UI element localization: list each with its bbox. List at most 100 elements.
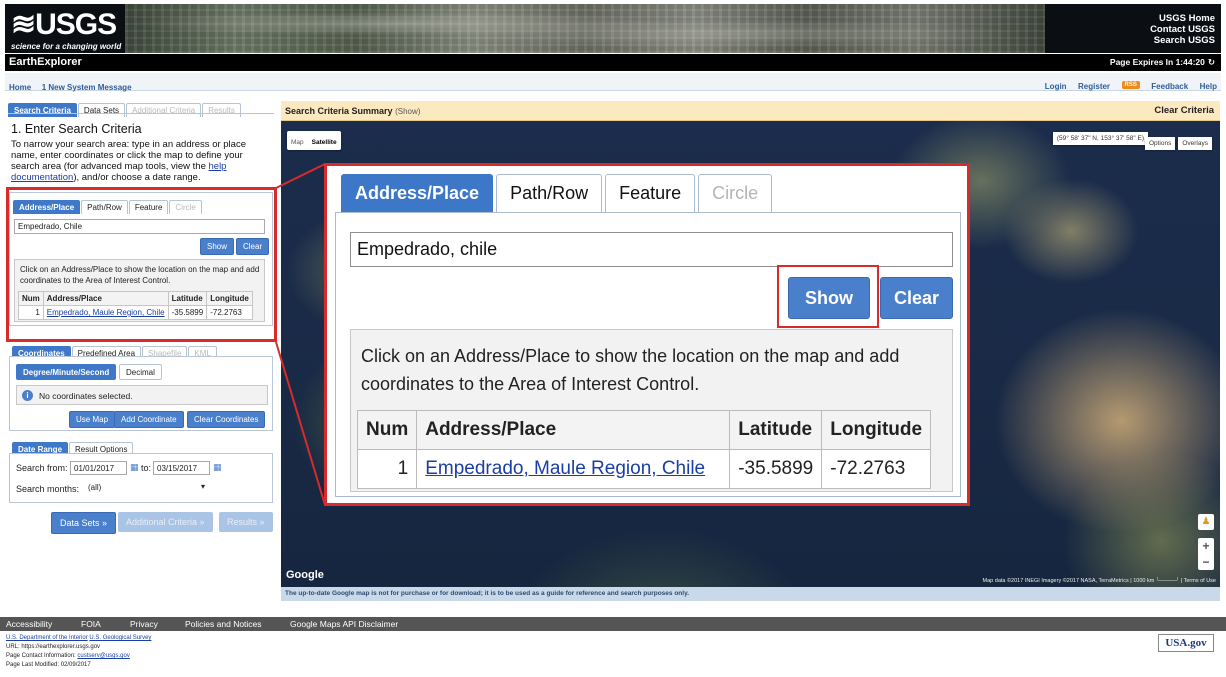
row-num: 1 [356, 449, 418, 489]
street-view-pegman-icon[interactable]: ♟ [1198, 514, 1214, 530]
row-place: Empedrado, Maule Region, Chile [42, 305, 169, 320]
contact-usgs-link[interactable]: Contact USGS [1150, 24, 1215, 35]
map-options-button[interactable]: Options [1144, 137, 1176, 150]
usgs-link[interactable]: U.S. Geological Survey [89, 635, 151, 641]
col-address-place: Address/Place [42, 291, 169, 306]
nav-help-link[interactable]: Help [1200, 82, 1217, 91]
zoomed-tab-feature[interactable]: Feature [605, 174, 696, 212]
tab-data-sets[interactable]: Data Sets [77, 103, 126, 117]
page-expires: Page Expires In 1:44:20 ↻ [1110, 57, 1215, 68]
zoomed-place-search-input[interactable]: Empedrado, chile [350, 232, 953, 267]
usgs-logo[interactable]: ≋USGS science for a changing world [9, 6, 125, 52]
footer-policies-link[interactable]: Policies and Notices [185, 619, 262, 629]
nav-register-link[interactable]: Register [1078, 82, 1110, 91]
col-latitude: Latitude [729, 410, 823, 450]
search-usgs-link[interactable]: Search USGS [1150, 35, 1215, 46]
footer-url: URL: https://earthexplorer.usgs.gov [6, 644, 101, 650]
cursor-coordinate-readout: (59° 58' 37" N, 153° 37' 58" E) [1052, 132, 1148, 145]
chevron-down-icon: ▾ [200, 482, 205, 491]
doi-link[interactable]: U.S. Department of the Interior [6, 635, 88, 641]
tab-degree-minute-second[interactable]: Degree/Minute/Second [16, 364, 117, 380]
table-row: 1 Empedrado, Maule Region, Chile -35.589… [356, 449, 932, 489]
date-from-input[interactable]: 01/01/2017 [70, 461, 127, 475]
nav-system-message-link[interactable]: 1 New System Message [42, 83, 132, 92]
app-bar: EarthExplorer Page Expires In 1:44:20 ↻ [5, 54, 1221, 71]
refresh-icon[interactable]: ↻ [1208, 57, 1215, 67]
page-expires-text: Page Expires In 1:44:20 [1109, 57, 1205, 67]
clear-criteria-button[interactable]: Clear Criteria [1154, 105, 1214, 116]
tab-path-row[interactable]: Path/Row [81, 200, 128, 214]
zoomed-show-button[interactable]: Show [788, 277, 870, 319]
row-longitude: -72.2763 [206, 305, 253, 320]
use-map-button[interactable]: Use Map [69, 411, 116, 428]
col-num: Num [18, 291, 44, 306]
tab-results: Results [202, 103, 241, 117]
zoomed-tab-address-place[interactable]: Address/Place [341, 174, 494, 212]
row-latitude: -35.5899 [167, 305, 208, 320]
tab-search-criteria[interactable]: Search Criteria [8, 103, 77, 117]
nav-bar: Home 1 New System Message Login Register… [5, 73, 1221, 92]
row-longitude: -72.2763 [821, 449, 932, 489]
footer-accessibility-link[interactable]: Accessibility [6, 619, 52, 629]
date-to-input[interactable]: 03/15/2017 [153, 461, 210, 475]
rss-icon[interactable]: RSS [1121, 80, 1140, 89]
tab-address-place[interactable]: Address/Place [13, 200, 81, 214]
tab-feature[interactable]: Feature [128, 200, 169, 214]
nav-feedback-link[interactable]: Feedback [1151, 82, 1188, 91]
clear-coordinates-button[interactable]: Clear Coordinates [187, 411, 266, 428]
clear-button[interactable]: Clear [236, 238, 270, 255]
col-address-place: Address/Place [416, 410, 731, 450]
zoom-in-button[interactable]: + [1198, 538, 1214, 554]
step-description: To narrow your search area: type in an a… [11, 139, 273, 183]
map-type-map[interactable]: Map [287, 135, 308, 150]
search-criteria-panel: Search Criteria Data Sets Additional Crite… [5, 96, 275, 601]
address-place-box: Address/Place Path/Row Feature Circle Emped… [9, 192, 273, 326]
add-coordinate-button[interactable]: Add Coordinate [114, 411, 184, 428]
place-results-table: Num Address/Place Latitude Longitude 1 E… [18, 291, 253, 320]
footer-google-maps-disclaimer-link[interactable]: Google Maps API Disclaimer [290, 619, 398, 629]
map-disclaimer: The up-to-date Google map is not for pur… [281, 587, 1220, 601]
zoomed-results-table: Num Address/Place Latitude Longitude 1 E… [356, 410, 932, 489]
nav-login-link[interactable]: Login [1045, 82, 1067, 91]
no-coordinates-box: i No coordinates selected. [16, 385, 268, 405]
app-title: EarthExplorer [9, 56, 82, 68]
nav-home-link[interactable]: Home [9, 83, 31, 92]
show-button[interactable]: Show [200, 238, 235, 255]
zoomed-address-place-callout: Address/Place Path/Row Feature Circle Emped… [324, 163, 970, 506]
step-title: 1. Enter Search Criteria [11, 122, 142, 136]
data-sets-button[interactable]: Data Sets » [51, 512, 117, 534]
footer-foia-link[interactable]: FOIA [81, 619, 101, 629]
summary-show-link[interactable]: (Show) [395, 107, 420, 116]
usgs-home-link[interactable]: USGS Home [1150, 13, 1215, 24]
zoom-out-button[interactable]: − [1198, 554, 1214, 570]
row-place: Empedrado, Maule Region, Chile [416, 449, 731, 489]
map-overlays-button[interactable]: Overlays [1178, 137, 1212, 150]
footer-privacy-link[interactable]: Privacy [130, 619, 158, 629]
calendar-icon[interactable]: ▦ [130, 462, 139, 473]
zoomed-place-result-link[interactable]: Empedrado, Maule Region, Chile [425, 458, 705, 479]
footer-contact-label: Page Contact Information: [6, 653, 76, 659]
date-range-box: Search from: 01/01/2017 ▦ to: 03/15/2017… [9, 453, 273, 503]
map-type-satellite[interactable]: Satellite [308, 135, 341, 150]
zoomed-clear-button[interactable]: Clear [880, 277, 953, 319]
place-results-box: Click on an Address/Place to show the lo… [14, 259, 265, 322]
search-months-select[interactable]: (all) ▾ [84, 481, 208, 495]
tab-decimal[interactable]: Decimal [119, 364, 162, 380]
place-result-link[interactable]: Empedrado, Maule Region, Chile [47, 308, 165, 317]
footer-last-modified: Page Last Modified: 02/09/2017 [6, 662, 91, 668]
results-button: Results » [219, 512, 273, 532]
place-search-input[interactable]: Empedrado, Chile [14, 219, 265, 234]
usa-gov-logo[interactable]: USA.gov [1158, 634, 1214, 652]
step-desc-after: ), and/or choose a date range. [73, 172, 201, 183]
search-months-label: Search months: [16, 484, 80, 494]
map-type-control: Map Satellite [287, 131, 341, 150]
contact-email-link[interactable]: custserv@usgs.gov [77, 653, 129, 659]
col-longitude: Longitude [206, 291, 253, 306]
top-links: USGS Home Contact USGS Search USGS [1150, 13, 1215, 46]
summary-title-text: Search Criteria Summary [285, 106, 393, 116]
main-tabs: Search Criteria Data Sets Additional Crite… [8, 99, 242, 117]
calendar-icon[interactable]: ▦ [213, 462, 222, 473]
map-options-control: Options Overlays [1142, 132, 1212, 150]
zoomed-tab-path-row[interactable]: Path/Row [496, 174, 603, 212]
map-attribution: Map data ©2017 INEGI Imagery ©2017 NASA,… [982, 578, 1216, 584]
